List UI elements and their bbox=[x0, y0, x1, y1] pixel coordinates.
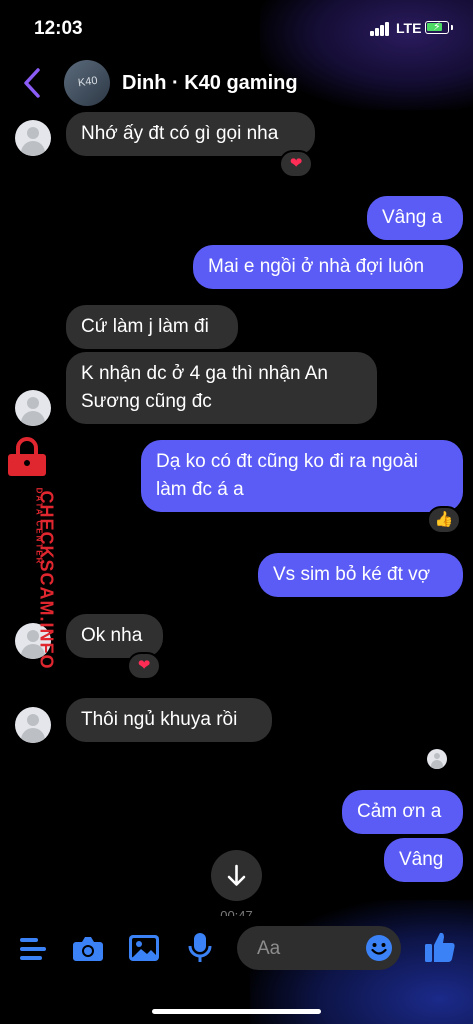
chevron-left-icon bbox=[24, 68, 40, 98]
message-input[interactable]: Aa bbox=[237, 926, 401, 970]
avatar-text: K40 bbox=[77, 74, 99, 90]
message-incoming[interactable]: K nhận dc ở 4 ga thì nhận An Sương cũng … bbox=[66, 352, 377, 424]
status-time: 12:03 bbox=[34, 18, 83, 39]
status-bar: 12:03 LTE ⚡ bbox=[0, 0, 473, 54]
message-outgoing[interactable]: Vâng a bbox=[367, 196, 463, 240]
message-outgoing[interactable]: Vs sim bỏ ké đt vợ bbox=[258, 553, 463, 597]
arrow-down-icon bbox=[227, 864, 246, 886]
battery-icon: ⚡ bbox=[425, 21, 453, 34]
scroll-down-button[interactable] bbox=[211, 850, 262, 901]
image-icon[interactable] bbox=[128, 934, 160, 962]
contact-name[interactable]: Dinh · K40 gaming bbox=[122, 72, 298, 95]
seen-avatar bbox=[427, 749, 447, 769]
watermark-title: CHECKSCAM.INFO bbox=[36, 490, 57, 670]
heart-reaction-icon[interactable]: ❤ bbox=[127, 652, 161, 680]
conversation-header: K40 Dinh · K40 gaming bbox=[0, 56, 473, 112]
signal-icon bbox=[370, 22, 392, 36]
message-outgoing[interactable]: Vâng bbox=[384, 838, 463, 882]
camera-icon[interactable] bbox=[72, 934, 104, 962]
composer-bar: Aa bbox=[0, 920, 473, 976]
message-incoming[interactable]: Nhớ ấy đt có gì gọi nha bbox=[66, 112, 315, 156]
message-incoming[interactable]: Cứ làm j làm đi bbox=[66, 305, 238, 349]
message-outgoing[interactable]: Mai e ngồi ở nhà đợi luôn bbox=[193, 245, 463, 289]
microphone-icon[interactable] bbox=[188, 932, 212, 964]
message-outgoing[interactable]: Dạ ko có đt cũng ko đi ra ngoài làm đc á… bbox=[141, 440, 463, 512]
thumbs-up-reaction-icon[interactable]: 👍 bbox=[427, 506, 461, 534]
contact-avatar[interactable]: K40 bbox=[64, 60, 110, 106]
network-label: LTE bbox=[396, 20, 422, 36]
sender-avatar[interactable] bbox=[15, 707, 51, 743]
home-indicator bbox=[152, 1009, 321, 1014]
sender-avatar[interactable] bbox=[15, 390, 51, 426]
lock-icon bbox=[8, 437, 46, 476]
message-incoming[interactable]: Thôi ngủ khuya rồi bbox=[66, 698, 272, 742]
menu-icon[interactable] bbox=[18, 935, 48, 963]
back-button[interactable] bbox=[18, 66, 48, 100]
message-outgoing[interactable]: Cảm ơn a bbox=[342, 790, 463, 834]
emoji-icon[interactable] bbox=[365, 934, 393, 962]
message-input-placeholder: Aa bbox=[257, 938, 281, 959]
thumbs-up-icon[interactable] bbox=[424, 930, 456, 964]
message-timestamp: 00:47 bbox=[220, 908, 253, 916]
sender-avatar[interactable] bbox=[15, 120, 51, 156]
heart-reaction-icon[interactable]: ❤ bbox=[279, 150, 313, 178]
